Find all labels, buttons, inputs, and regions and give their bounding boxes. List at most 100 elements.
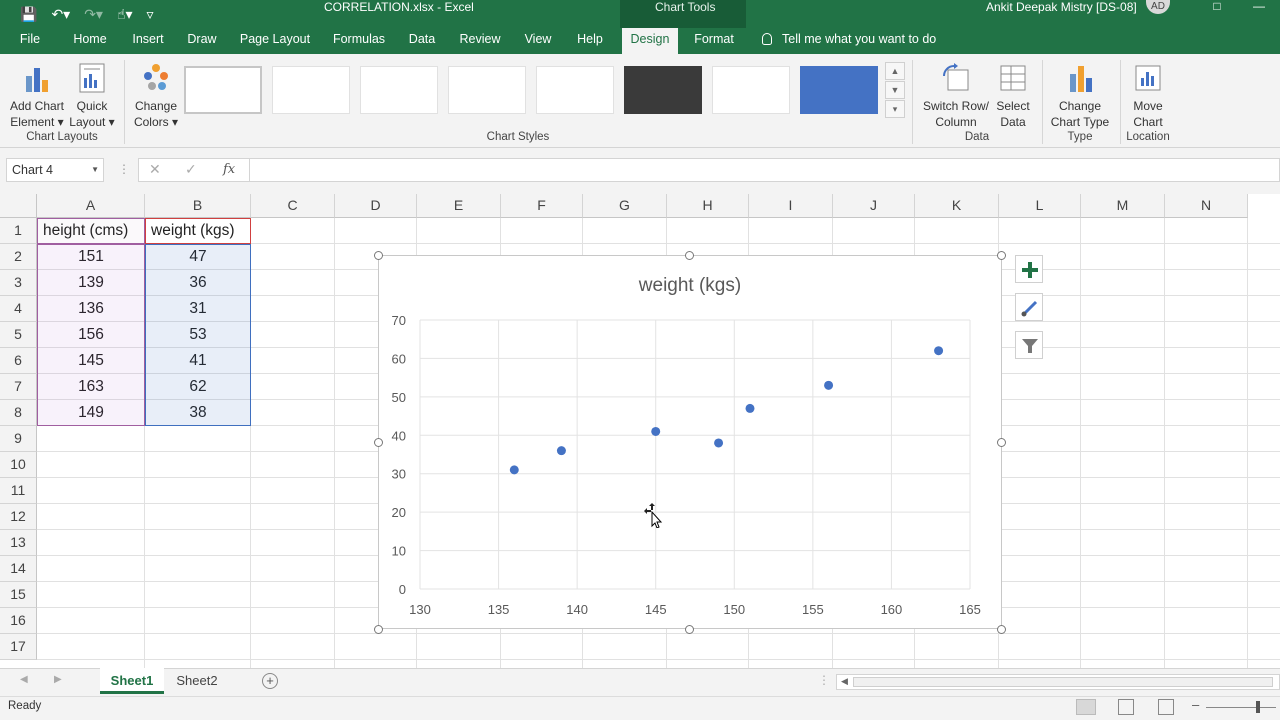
row-header-7[interactable]: 7 (0, 374, 37, 400)
row-header-9[interactable]: 9 (0, 426, 37, 452)
chart-style-1[interactable] (184, 66, 262, 114)
resize-handle[interactable] (374, 625, 383, 634)
row-header-6[interactable]: 6 (0, 348, 37, 374)
redo-icon[interactable]: ↷▾ (84, 6, 103, 23)
column-header-g[interactable]: G (583, 194, 667, 218)
chart-style-4[interactable] (448, 66, 526, 114)
column-header-f[interactable]: F (501, 194, 583, 218)
resize-handle[interactable] (997, 251, 1006, 260)
row-header-10[interactable]: 10 (0, 452, 37, 478)
column-header-b[interactable]: B (145, 194, 251, 218)
select-data-button[interactable]: Select Data (992, 62, 1034, 130)
tab-format[interactable]: Format (686, 28, 742, 54)
chart-styles-button[interactable] (1015, 293, 1043, 321)
chevron-down-icon[interactable]: ▼ (91, 159, 99, 181)
enter-icon[interactable]: ✓ (185, 161, 197, 178)
tab-review[interactable]: Review (452, 28, 508, 54)
resize-handle[interactable] (997, 625, 1006, 634)
chart-style-3[interactable] (360, 66, 438, 114)
tab-page-layout[interactable]: Page Layout (234, 28, 316, 54)
row-header-17[interactable]: 17 (0, 634, 37, 660)
formula-input[interactable] (250, 158, 1280, 182)
tell-me-search[interactable]: Tell me what you want to do (762, 28, 936, 54)
chart-style-2[interactable] (272, 66, 350, 114)
row-header-3[interactable]: 3 (0, 270, 37, 296)
select-all-corner[interactable] (0, 194, 37, 218)
change-colors-button[interactable]: Change Colors ▾ (130, 62, 182, 130)
sheet-tab-sheet1[interactable]: Sheet1 (100, 668, 164, 694)
minimize-icon[interactable]: — (1238, 0, 1280, 14)
tab-home[interactable]: Home (64, 28, 116, 54)
insert-function-icon[interactable]: fx (223, 162, 235, 177)
column-header-e[interactable]: E (417, 194, 501, 218)
styles-more-icon[interactable]: ▾ (885, 100, 905, 118)
tab-draw[interactable]: Draw (180, 28, 224, 54)
page-layout-view-icon[interactable] (1118, 699, 1134, 715)
row-header-13[interactable]: 13 (0, 530, 37, 556)
zoom-out-icon[interactable]: – (1192, 697, 1199, 712)
column-header-l[interactable]: L (999, 194, 1081, 218)
chart-style-8[interactable] (800, 66, 878, 114)
row-header-16[interactable]: 16 (0, 608, 37, 634)
resize-handle[interactable] (374, 438, 383, 447)
scrollbar-thumb[interactable] (853, 677, 1273, 687)
chart-elements-button[interactable] (1015, 255, 1043, 283)
row-header-8[interactable]: 8 (0, 400, 37, 426)
column-header-k[interactable]: K (915, 194, 999, 218)
resize-handle[interactable] (685, 625, 694, 634)
tab-data[interactable]: Data (400, 28, 444, 54)
tab-help[interactable]: Help (568, 28, 612, 54)
undo-icon[interactable]: ↶▾ (51, 6, 70, 23)
column-header-a[interactable]: A (37, 194, 145, 218)
chart-filters-button[interactable] (1015, 331, 1043, 359)
restore-icon[interactable]: □ (1196, 0, 1238, 14)
column-header-h[interactable]: H (667, 194, 749, 218)
row-header-15[interactable]: 15 (0, 582, 37, 608)
column-header-d[interactable]: D (335, 194, 417, 218)
sheet-tab-sheet2[interactable]: Sheet2 (166, 668, 228, 694)
switch-row-column-button[interactable]: Switch Row/ Column (920, 62, 992, 130)
column-header-m[interactable]: M (1081, 194, 1165, 218)
column-header-i[interactable]: I (749, 194, 833, 218)
scroll-left-icon[interactable]: ◀ (841, 676, 848, 687)
tab-file[interactable]: File (10, 28, 50, 54)
row-header-14[interactable]: 14 (0, 556, 37, 582)
styles-scroll-up-icon[interactable]: ▲ (885, 62, 905, 80)
prev-sheet-icon[interactable]: ◀ (20, 674, 28, 685)
column-header-c[interactable]: C (251, 194, 335, 218)
resize-handle[interactable] (374, 251, 383, 260)
row-header-2[interactable]: 2 (0, 244, 37, 270)
tab-insert[interactable]: Insert (124, 28, 172, 54)
change-chart-type-button[interactable]: Change Chart Type (1046, 62, 1114, 130)
row-header-1[interactable]: 1 (0, 218, 37, 244)
tab-formulas[interactable]: Formulas (326, 28, 392, 54)
zoom-slider-thumb[interactable] (1256, 701, 1260, 713)
scatter-chart[interactable]: weight (kgs) 0 10 20 30 40 50 60 70 130 135 140 145 1… (378, 255, 1002, 629)
row-header-4[interactable]: 4 (0, 296, 37, 322)
resize-handle[interactable] (685, 251, 694, 260)
chart-style-7[interactable] (712, 66, 790, 114)
quick-layout-button[interactable]: Quick Layout ▾ (66, 62, 118, 130)
styles-scroll-down-icon[interactable]: ▼ (885, 81, 905, 99)
move-chart-button[interactable]: Move Chart (1124, 62, 1172, 130)
tab-split-grip-icon[interactable]: ⋮ (818, 673, 830, 687)
save-icon[interactable]: 💾 (20, 6, 37, 23)
touch-mode-icon[interactable]: ☝▾ (117, 6, 133, 23)
chart-style-6[interactable] (624, 66, 702, 114)
tab-design[interactable]: Design (622, 28, 678, 54)
chart-style-5[interactable] (536, 66, 614, 114)
row-header-12[interactable]: 12 (0, 504, 37, 530)
normal-view-icon[interactable] (1076, 699, 1096, 715)
row-header-5[interactable]: 5 (0, 322, 37, 348)
name-box[interactable]: Chart 4 ▼ (6, 158, 104, 182)
cancel-icon[interactable]: ✕ (149, 161, 161, 178)
row-header-11[interactable]: 11 (0, 478, 37, 504)
page-break-view-icon[interactable] (1158, 699, 1174, 715)
user-name[interactable]: Ankit Deepak Mistry [DS-08] (986, 0, 1137, 14)
next-sheet-icon[interactable]: ▶ (54, 674, 62, 685)
column-header-j[interactable]: J (833, 194, 915, 218)
add-chart-element-button[interactable]: Add Chart Element ▾ (6, 62, 68, 130)
horizontal-scrollbar[interactable]: ◀ (836, 674, 1280, 690)
zoom-slider[interactable] (1206, 707, 1276, 708)
add-sheet-icon[interactable]: + (262, 673, 278, 689)
